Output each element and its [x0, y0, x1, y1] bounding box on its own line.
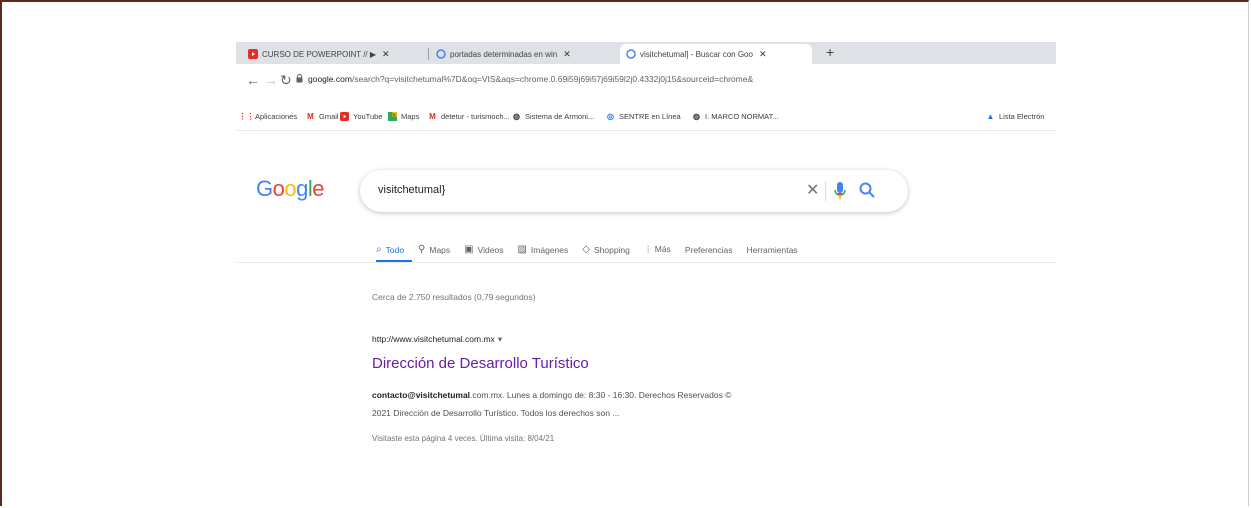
tab-herramientas[interactable]: Herramientas [747, 245, 798, 255]
tab-title: portadas determinadas en win [450, 49, 558, 59]
list-icon: ▲ [986, 112, 995, 121]
clear-icon[interactable]: ✕ [806, 180, 819, 200]
url-domain: google.com [308, 74, 352, 84]
chevron-down-icon[interactable]: ▾ [498, 334, 502, 344]
bookmarks-bar: ⋮⋮ Aplicaciones M Gmail YouTube Maps M d… [236, 104, 1056, 131]
bookmark-youtube[interactable]: YouTube [340, 112, 382, 121]
snippet-bold: contacto@visitchetumal [372, 390, 471, 400]
url-path: /search?q=visitchetumal%7D&oq=VIS&aqs=ch… [351, 74, 754, 84]
result-snippet-line1: contacto@visitchetumal.com.mx. Lunes a d… [372, 390, 731, 400]
new-tab-button[interactable]: + [826, 44, 834, 60]
apps-grid-icon: ⋮⋮ [238, 112, 255, 121]
search-icon[interactable] [858, 181, 876, 199]
search-divider [825, 181, 826, 201]
result-snippet-line2: 2021 Dirección de Desarrollo Turístico. … [372, 408, 620, 418]
pin-icon: ⚲ [418, 244, 426, 255]
lock-icon [296, 74, 303, 83]
url-field[interactable]: google.com/search?q=visitchetumal%7D&oq=… [308, 74, 1048, 84]
active-tab-underline [376, 260, 412, 262]
tab-title: visitchetumal] - Buscar con Goo [640, 49, 753, 59]
tab-label: Preferencias [684, 244, 733, 255]
close-icon[interactable]: ✕ [563, 49, 571, 60]
snippet-text: .com.mx. Lunes a domingo de: 8:30 - 16:3… [470, 390, 732, 400]
result-url[interactable]: http://www.visitchetumal.com.mx ▾ [372, 334, 502, 345]
globe-icon: ◍ [693, 112, 700, 121]
tab-maps[interactable]: ⚲ Maps [418, 244, 450, 255]
tab-label: Maps [429, 244, 451, 255]
bookmark-label: SENTRE en Línea [619, 112, 681, 121]
close-icon[interactable]: ✕ [382, 49, 390, 60]
google-logo[interactable]: Google [256, 176, 325, 202]
bookmark-label: Gmail [319, 112, 339, 121]
tab-divider [428, 48, 429, 60]
search-input[interactable]: visitchetumal} [378, 184, 445, 196]
bookmark-label: YouTube [353, 112, 383, 121]
bookmark-gmail[interactable]: M Gmail [306, 112, 339, 121]
tab-videos[interactable]: ▣ Videos [464, 244, 503, 255]
forward-arrow-icon[interactable]: → [264, 72, 278, 88]
google-icon [436, 49, 446, 59]
bookmark-label: Aplicaciones [255, 112, 298, 121]
tag-icon: ◇ [582, 244, 590, 255]
bookmark-label: Lista Electrón [999, 112, 1045, 121]
bookmark-sentre[interactable]: ◎ SENTRE en Línea [606, 112, 681, 121]
tab-todo[interactable]: ⌕ Todo [376, 244, 404, 255]
google-icon [626, 49, 636, 59]
browser-tab-2[interactable]: portadas determinadas en win ✕ [436, 44, 606, 64]
tab-label: ⋮ Más [643, 244, 671, 254]
bookmark-detetur[interactable]: M detetur - turismoch... [428, 112, 510, 121]
microphone-icon[interactable] [833, 181, 847, 201]
visited-note: Visitaste esta página 4 veces. Última vi… [372, 434, 555, 443]
reload-icon[interactable]: ↻ [280, 72, 292, 89]
search-tabs: ⌕ Todo ⚲ Maps ▣ Videos ▨ Imágenes ◇ Shopping … [376, 244, 812, 255]
gmail-icon: M [307, 112, 314, 121]
address-bar-row: ← → ↻ google.com/search?q=visitchetumal%… [236, 64, 1056, 98]
tab-label: Todo [385, 244, 405, 255]
youtube-icon [340, 112, 349, 121]
gmail-icon: M [429, 112, 436, 121]
bookmark-label: Maps [401, 112, 420, 121]
result-url-text: http://www.visitchetumal.com.mx [372, 334, 495, 344]
result-title-link[interactable]: Dirección de Desarrollo Turístico [372, 355, 589, 372]
bookmark-lista-electronica[interactable]: ▲ Lista Electrón [986, 112, 1045, 121]
tabs-divider [236, 262, 1056, 263]
bookmark-sistema[interactable]: ◍ Sistema de Armoni... [512, 112, 594, 121]
tab-preferencias[interactable]: Preferencias [685, 245, 733, 255]
tab-label: Imágenes [530, 244, 569, 255]
tab-label: Videos [477, 244, 504, 255]
sentre-icon: ◎ [607, 112, 614, 121]
result-stats: Cerca de 2.750 resultados (0,79 segundos… [372, 292, 536, 302]
tab-label: Shopping [593, 244, 630, 255]
tab-imagenes[interactable]: ▨ Imágenes [517, 244, 568, 255]
bookmark-aplicaciones[interactable]: ⋮⋮ Aplicaciones [238, 112, 298, 121]
bookmark-label: Sistema de Armoni... [525, 112, 595, 121]
search-box[interactable]: visitchetumal} ✕ [360, 170, 908, 212]
browser-tab-3-active[interactable]: visitchetumal] - Buscar con Goo ✕ [620, 44, 812, 64]
tab-label: Herramientas [746, 244, 798, 255]
tab-mas[interactable]: ⋮ Más [644, 244, 671, 255]
close-icon[interactable]: ✕ [759, 49, 767, 60]
browser-tab-1[interactable]: CURSO DE POWERPOINT // ▶︎ ✕ [248, 44, 418, 64]
bookmark-maps[interactable]: Maps [388, 112, 419, 121]
youtube-icon [248, 49, 258, 59]
maps-icon [388, 112, 397, 121]
tab-shopping[interactable]: ◇ Shopping [582, 244, 630, 255]
bookmark-marco-normativo[interactable]: ◍ I. MARCO NORMAT... [692, 112, 779, 121]
tab-title: CURSO DE POWERPOINT // ▶︎ [262, 49, 377, 59]
image-icon: ▨ [517, 244, 527, 255]
globe-icon: ◍ [513, 112, 520, 121]
back-arrow-icon[interactable]: ← [246, 72, 260, 88]
video-icon: ▣ [464, 244, 474, 255]
browser-tab-strip: CURSO DE POWERPOINT // ▶︎ ✕ portadas det… [236, 42, 1056, 64]
bookmark-label: I. MARCO NORMAT... [705, 112, 779, 121]
bookmark-label: detetur - turismoch... [441, 112, 510, 121]
search-icon: ⌕ [376, 244, 382, 255]
